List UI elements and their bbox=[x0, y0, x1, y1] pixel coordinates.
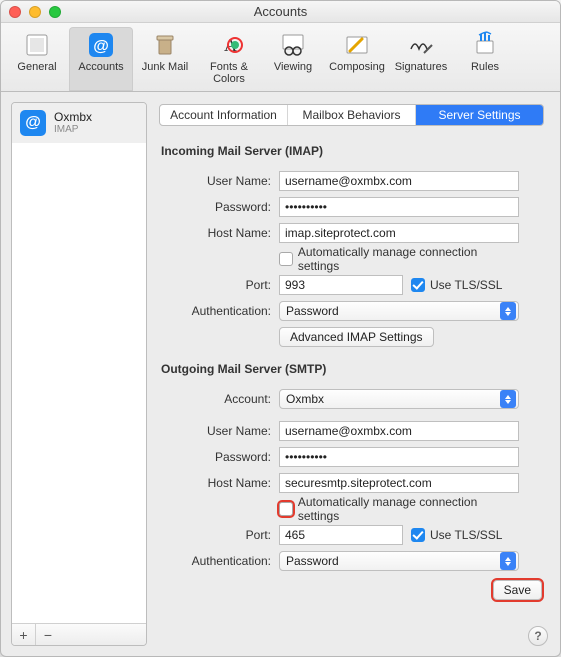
checkbox-icon bbox=[411, 528, 425, 542]
outgoing-tls-label: Use TLS/SSL bbox=[430, 528, 502, 542]
incoming-auth-value: Password bbox=[286, 304, 339, 318]
preferences-toolbar: General @ Accounts Junk Mail A Fonts & C… bbox=[1, 23, 560, 92]
remove-account-button[interactable]: − bbox=[36, 624, 60, 645]
window-title: Accounts bbox=[1, 4, 560, 19]
at-icon: @ bbox=[84, 31, 118, 59]
toolbar-item-general[interactable]: General bbox=[5, 27, 69, 91]
toolbar-item-junk-mail[interactable]: Junk Mail bbox=[133, 27, 197, 91]
save-button[interactable]: Save bbox=[493, 580, 542, 600]
toolbar-item-composing[interactable]: Composing bbox=[325, 27, 389, 91]
toolbar-label: Viewing bbox=[274, 61, 312, 73]
outgoing-auth-label: Authentication: bbox=[161, 554, 271, 568]
titlebar: Accounts bbox=[1, 1, 560, 23]
toolbar-label: Accounts bbox=[78, 61, 123, 73]
outgoing-password-label: Password: bbox=[161, 450, 271, 464]
accounts-list: @ Oxmbx IMAP bbox=[12, 103, 146, 623]
toolbar-label: Composing bbox=[329, 61, 385, 73]
outgoing-hostname-input[interactable] bbox=[279, 473, 519, 493]
incoming-tls-label: Use TLS/SSL bbox=[430, 278, 502, 292]
outgoing-port-label: Port: bbox=[161, 528, 271, 542]
outgoing-username-label: User Name: bbox=[161, 424, 271, 438]
accounts-sidebar: @ Oxmbx IMAP + − bbox=[11, 102, 147, 646]
checkbox-icon bbox=[279, 252, 293, 266]
outgoing-auth-value: Password bbox=[286, 554, 339, 568]
incoming-tls-checkbox[interactable]: Use TLS/SSL bbox=[411, 278, 502, 292]
outgoing-account-label: Account: bbox=[161, 392, 271, 406]
account-item[interactable]: @ Oxmbx IMAP bbox=[12, 103, 146, 143]
trash-icon bbox=[148, 31, 182, 59]
outgoing-port-input[interactable] bbox=[279, 525, 403, 545]
toolbar-item-rules[interactable]: Rules bbox=[453, 27, 517, 91]
outgoing-auto-manage-label: Automatically manage connection settings bbox=[298, 495, 519, 523]
advanced-imap-settings-button[interactable]: Advanced IMAP Settings bbox=[279, 327, 434, 347]
outgoing-hostname-label: Host Name: bbox=[161, 476, 271, 490]
chevron-updown-icon bbox=[500, 390, 516, 408]
checkbox-icon bbox=[411, 278, 425, 292]
incoming-form: User Name: Password: Host Name: bbox=[161, 170, 544, 348]
incoming-hostname-input[interactable] bbox=[279, 223, 519, 243]
toolbar-item-viewing[interactable]: Viewing bbox=[261, 27, 325, 91]
tab-account-information[interactable]: Account Information bbox=[160, 105, 288, 125]
chevron-updown-icon bbox=[500, 302, 516, 320]
outgoing-auth-popup[interactable]: Password bbox=[279, 551, 519, 571]
incoming-password-label: Password: bbox=[161, 200, 271, 214]
help-button[interactable]: ? bbox=[528, 626, 548, 646]
tab-server-settings[interactable]: Server Settings bbox=[416, 105, 543, 125]
toolbar-label: General bbox=[17, 61, 56, 73]
sidebar-footer: + − bbox=[12, 623, 146, 645]
incoming-username-input[interactable] bbox=[279, 171, 519, 191]
tab-bar: Account Information Mailbox Behaviors Se… bbox=[159, 104, 544, 126]
glasses-icon bbox=[276, 31, 310, 59]
zoom-window-button[interactable] bbox=[49, 6, 61, 18]
compose-icon bbox=[340, 31, 374, 59]
toolbar-label: Junk Mail bbox=[142, 61, 188, 73]
toolbar-item-signatures[interactable]: Signatures bbox=[389, 27, 453, 91]
fonts-colors-icon: A bbox=[212, 31, 246, 59]
preferences-window: Accounts General @ Accounts Junk Mail A … bbox=[0, 0, 561, 657]
incoming-hostname-label: Host Name: bbox=[161, 226, 271, 240]
account-protocol: IMAP bbox=[54, 124, 92, 135]
incoming-password-input[interactable] bbox=[279, 197, 519, 217]
svg-text:@: @ bbox=[93, 38, 109, 55]
toolbar-label: Fonts & Colors bbox=[210, 61, 248, 85]
incoming-auto-manage-label: Automatically manage connection settings bbox=[298, 245, 519, 273]
outgoing-account-popup[interactable]: Oxmbx bbox=[279, 389, 519, 409]
checkbox-icon bbox=[279, 502, 293, 516]
at-icon: @ bbox=[20, 110, 46, 136]
tab-mailbox-behaviors[interactable]: Mailbox Behaviors bbox=[288, 105, 416, 125]
toolbar-item-accounts[interactable]: @ Accounts bbox=[69, 27, 133, 91]
toolbar-item-fonts-colors[interactable]: A Fonts & Colors bbox=[197, 27, 261, 91]
rules-icon bbox=[468, 31, 502, 59]
incoming-port-input[interactable] bbox=[279, 275, 403, 295]
outgoing-auto-manage-checkbox[interactable]: Automatically manage connection settings bbox=[279, 495, 519, 523]
incoming-username-label: User Name: bbox=[161, 174, 271, 188]
minimize-window-button[interactable] bbox=[29, 6, 41, 18]
window-controls bbox=[9, 6, 61, 18]
incoming-auto-manage-checkbox[interactable]: Automatically manage connection settings bbox=[279, 245, 519, 273]
chevron-updown-icon bbox=[500, 552, 516, 570]
incoming-port-label: Port: bbox=[161, 278, 271, 292]
signature-icon bbox=[404, 31, 438, 59]
outgoing-form: Account: Oxmbx User Name: Password: bbox=[161, 388, 544, 600]
incoming-auth-popup[interactable]: Password bbox=[279, 301, 519, 321]
toolbar-label: Signatures bbox=[395, 61, 448, 73]
add-account-button[interactable]: + bbox=[12, 624, 36, 645]
outgoing-password-input[interactable] bbox=[279, 447, 519, 467]
outgoing-section-title: Outgoing Mail Server (SMTP) bbox=[161, 362, 544, 376]
incoming-auth-label: Authentication: bbox=[161, 304, 271, 318]
general-icon bbox=[20, 31, 54, 59]
close-window-button[interactable] bbox=[9, 6, 21, 18]
account-name: Oxmbx bbox=[54, 111, 92, 124]
settings-panel: Account Information Mailbox Behaviors Se… bbox=[157, 102, 550, 646]
toolbar-label: Rules bbox=[471, 61, 499, 73]
incoming-section-title: Incoming Mail Server (IMAP) bbox=[161, 144, 544, 158]
outgoing-tls-checkbox[interactable]: Use TLS/SSL bbox=[411, 528, 502, 542]
outgoing-username-input[interactable] bbox=[279, 421, 519, 441]
outgoing-account-value: Oxmbx bbox=[286, 392, 324, 406]
